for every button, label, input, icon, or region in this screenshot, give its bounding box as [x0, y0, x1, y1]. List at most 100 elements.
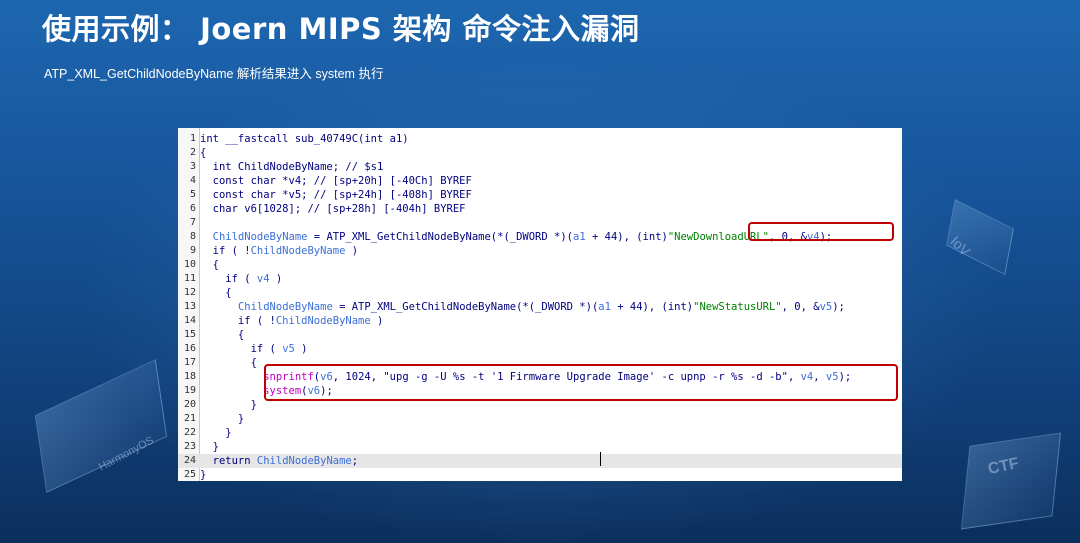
line-number: 7: [189, 217, 196, 228]
code-token: v4: [256, 273, 270, 285]
code-token: a1: [598, 301, 611, 313]
code-token: ChildNodeByName: [275, 315, 371, 327]
code-token: int __fastcall sub_40749C(int a1): [200, 133, 409, 145]
code-token: + 44), (int): [610, 301, 694, 313]
line-number: 20: [183, 399, 196, 410]
code-token: "NewStatusURL": [693, 301, 782, 313]
code-line[interactable]: 23 }: [178, 440, 902, 454]
line-number: 18: [183, 371, 196, 382]
text-cursor: [600, 452, 601, 466]
line-number: 3: [189, 161, 196, 172]
code-line[interactable]: 14 if ( !ChildNodeByName ): [178, 314, 902, 328]
code-line[interactable]: 6 char v6[1028]; // [sp+28h] [-404h] BYR…: [178, 202, 902, 216]
code-token: v5: [282, 343, 295, 355]
code-text: }: [200, 440, 219, 454]
code-token: char v6[1028]; // [sp+28h] [-404h] BYREF: [200, 203, 466, 215]
code-line[interactable]: 16 if ( v5 ): [178, 342, 902, 356]
code-line[interactable]: 1 int __fastcall sub_40749C(int a1): [178, 132, 902, 146]
code-line[interactable]: 9 if ( !ChildNodeByName ): [178, 244, 902, 258]
code-line[interactable]: 2{: [178, 146, 902, 160]
code-text: }: [200, 426, 232, 440]
line-number: 13: [183, 301, 196, 312]
code-line[interactable]: 13 ChildNodeByName = ATP_XML_GetChildNod…: [178, 300, 902, 314]
code-token: ;: [351, 455, 359, 467]
code-token: }: [200, 427, 232, 439]
code-text: {: [200, 356, 257, 370]
code-token: {: [200, 259, 219, 271]
code-text: if ( !ChildNodeByName ): [200, 244, 358, 258]
code-text: const char *v5; // [sp+24h] [-408h] BYRE…: [200, 188, 472, 202]
code-line[interactable]: 4 const char *v4; // [sp+20h] [-40Ch] BY…: [178, 174, 902, 188]
code-line[interactable]: 15 {: [178, 328, 902, 342]
code-token: = ATP_XML_GetChildNodeByName(*(_DWORD *)…: [307, 231, 573, 243]
code-text: if ( v4 ): [200, 272, 282, 286]
code-line[interactable]: 12 {: [178, 286, 902, 300]
pseudocode-panel[interactable]: 1 int __fastcall sub_40749C(int a1) 2{3 in…: [178, 128, 902, 481]
line-number: 24: [183, 455, 196, 466]
code-line[interactable]: 3 int ChildNodeByName; // $s1: [178, 160, 902, 174]
code-text: {: [200, 286, 231, 300]
decorative-cube-right-bottom: [960, 432, 1062, 530]
line-number: 21: [183, 413, 196, 424]
line-number: 2: [189, 147, 196, 158]
code-text: const char *v4; // [sp+20h] [-40Ch] BYRE…: [200, 174, 472, 188]
line-number: 4: [189, 175, 196, 186]
line-number: 1: [189, 133, 196, 144]
code-token: ChildNodeByName: [256, 455, 352, 467]
line-number: 16: [183, 343, 196, 354]
code-line[interactable]: 11 if ( v4 ): [178, 272, 902, 286]
code-token: if ( !: [200, 245, 251, 257]
line-number: 19: [183, 385, 196, 396]
line-number: 5: [189, 189, 196, 200]
code-line[interactable]: 22 }: [178, 426, 902, 440]
code-token: if ( !: [200, 315, 276, 327]
code-token: );: [832, 301, 845, 313]
code-text: if ( v5 ): [200, 342, 308, 356]
code-token: if (: [200, 343, 283, 355]
code-token: + 44), (int): [585, 231, 668, 243]
code-line[interactable]: 5 const char *v5; // [sp+24h] [-408h] BY…: [178, 188, 902, 202]
code-text: int __fastcall sub_40749C(int a1): [200, 132, 409, 146]
highlight-box-command-injection: [264, 364, 898, 401]
code-line[interactable]: 10 {: [178, 258, 902, 272]
highlight-box-download-url: [748, 222, 894, 241]
code-token: ChildNodeByName: [212, 231, 308, 243]
code-text: ChildNodeByName = ATP_XML_GetChildNodeBy…: [200, 230, 833, 244]
code-text: int ChildNodeByName; // $s1: [200, 160, 384, 174]
code-line[interactable]: 21 }: [178, 412, 902, 426]
code-token: , 0, &: [781, 301, 820, 313]
code-text: if ( !ChildNodeByName ): [200, 314, 383, 328]
line-number: 6: [189, 203, 196, 214]
code-token: = ATP_XML_GetChildNodeByName(*(_DWORD *)…: [332, 301, 599, 313]
slide-title: 使用示例： Joern MIPS 架构 命令注入漏洞: [42, 12, 640, 46]
line-number: 10: [183, 259, 196, 270]
code-token: ChildNodeByName: [250, 245, 346, 257]
code-token: ): [370, 315, 384, 327]
code-token: a1: [573, 231, 586, 243]
code-token: {: [200, 357, 257, 369]
code-line[interactable]: 24 return ChildNodeByName;: [178, 454, 902, 468]
code-token: ): [345, 245, 359, 257]
code-text: char v6[1028]; // [sp+28h] [-404h] BYREF: [200, 202, 466, 216]
code-token: ): [269, 273, 283, 285]
code-token: {: [200, 147, 207, 159]
slide-subtitle: ATP_XML_GetChildNodeByName 解析结果进入 system…: [44, 67, 384, 81]
line-number: 14: [183, 315, 196, 326]
line-number: 25: [183, 469, 196, 480]
code-text: }: [200, 398, 257, 412]
code-token: }: [200, 441, 219, 453]
code-text: return ChildNodeByName;: [200, 454, 358, 468]
line-number: 9: [189, 245, 196, 256]
code-token: {: [200, 329, 245, 341]
code-token: ): [294, 343, 308, 355]
code-text: {: [200, 328, 244, 342]
code-text: }: [200, 412, 244, 426]
line-number: 22: [183, 427, 196, 438]
line-number: 11: [183, 273, 196, 284]
code-line[interactable]: 25}: [178, 468, 902, 481]
code-text: }: [200, 468, 206, 481]
line-number: 23: [183, 441, 196, 452]
